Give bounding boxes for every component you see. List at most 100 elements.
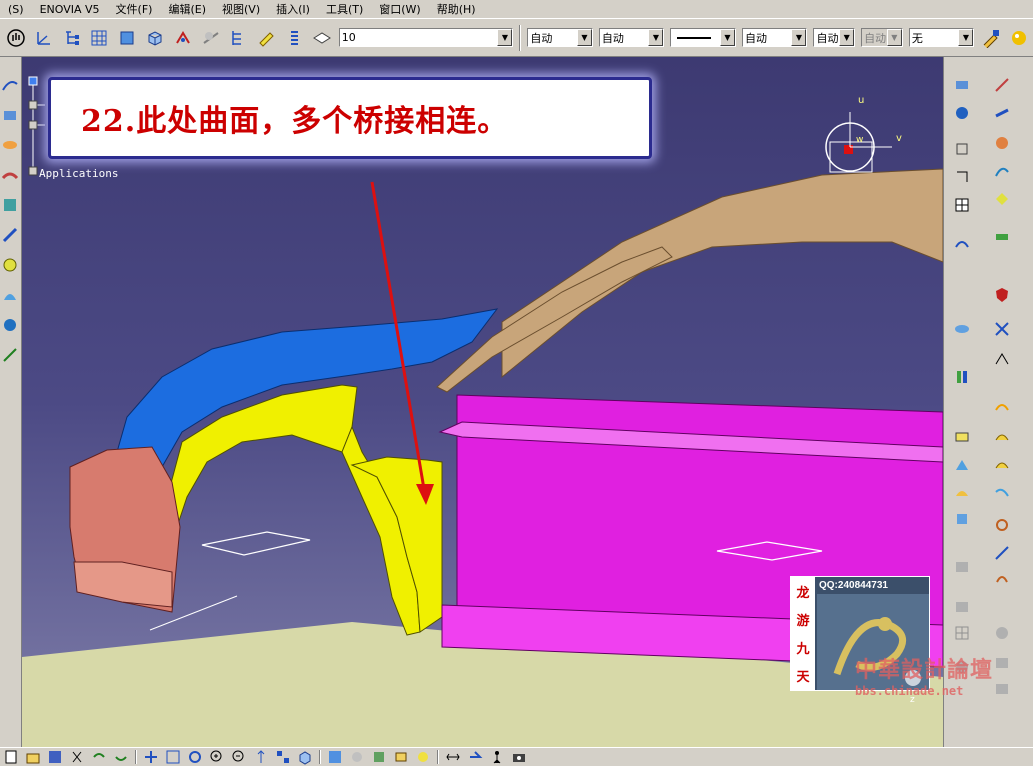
shield-icon[interactable] [992, 285, 1012, 305]
redo-icon[interactable] [112, 749, 130, 765]
layer-combo[interactable]: 10 ▼ [338, 28, 514, 47]
color-combo[interactable]: 自动 ▼ [527, 28, 593, 47]
line-tool-icon[interactable] [992, 75, 1012, 95]
hand-icon[interactable] [4, 26, 28, 50]
undo-icon[interactable] [90, 749, 108, 765]
swap-icon[interactable] [370, 749, 388, 765]
cut-icon[interactable] [68, 749, 86, 765]
helix-tool-icon[interactable] [992, 189, 1012, 209]
match-tool-icon[interactable] [992, 481, 1012, 501]
chevron-down-icon[interactable]: ▼ [497, 29, 513, 46]
spec-tree-icon[interactable] [227, 26, 251, 50]
menu-item-edit[interactable]: 编辑(E) [160, 1, 214, 17]
open-file-icon[interactable] [24, 749, 42, 765]
save-icon[interactable] [46, 749, 64, 765]
curvature-tool-icon[interactable] [992, 425, 1012, 445]
arrow-tool-icon[interactable] [992, 543, 1012, 563]
spiral-tool-icon[interactable] [992, 569, 1012, 589]
connect-tool-icon[interactable] [992, 453, 1012, 473]
revolve-tool-icon[interactable] [0, 135, 20, 155]
link-tool-icon[interactable] [992, 515, 1012, 535]
chevron-down-icon[interactable]: ▼ [648, 29, 664, 46]
3d-viewport[interactable]: u v w z Applications 22.此处曲面，多个桥接相连。 龙 游… [22, 57, 943, 747]
fly-icon[interactable] [466, 749, 484, 765]
offset-tool-icon[interactable] [0, 255, 20, 275]
transparency-combo[interactable]: 自动 ▼ [598, 28, 665, 47]
fit-all-icon[interactable] [164, 749, 182, 765]
camera-icon[interactable] [510, 749, 528, 765]
boolean-tool-icon[interactable] [992, 349, 1012, 369]
menu-item-file[interactable]: 文件(F) [108, 1, 161, 17]
menu-item-view[interactable]: 视图(V) [214, 1, 268, 17]
shading-icon[interactable] [326, 749, 344, 765]
hide-show-icon[interactable] [199, 26, 223, 50]
list-icon[interactable] [282, 26, 306, 50]
shape-tool-icon[interactable] [952, 455, 972, 475]
menu-item-window[interactable]: 窗口(W) [371, 1, 428, 17]
fill-tool-icon[interactable] [0, 195, 20, 215]
circle-tool-icon[interactable] [992, 133, 1012, 153]
menu-item-tools[interactable]: 工具(T) [318, 1, 371, 17]
iso-view-icon[interactable] [296, 749, 314, 765]
double-arrow-icon[interactable] [444, 749, 462, 765]
draft-tool-icon[interactable] [952, 427, 972, 447]
rotate-icon[interactable] [186, 749, 204, 765]
blend-tool-icon[interactable] [0, 225, 20, 245]
hide-icon[interactable] [348, 749, 366, 765]
painter-icon[interactable] [979, 26, 1003, 50]
axis-icon[interactable] [32, 26, 56, 50]
tree-icon[interactable] [60, 26, 84, 50]
intersect-tool-icon[interactable] [952, 139, 972, 159]
surface-tool-icon[interactable] [0, 75, 20, 95]
chevron-down-icon[interactable]: ▼ [719, 29, 735, 46]
render-style-icon[interactable] [115, 26, 139, 50]
curve-tool-icon[interactable] [992, 397, 1012, 417]
multi-view-icon[interactable] [274, 749, 292, 765]
layer-filter-combo[interactable]: 无 ▼ [908, 28, 975, 47]
join-tool-icon[interactable] [0, 315, 20, 335]
linetype-combo[interactable]: 自动 ▼ [813, 28, 856, 47]
cube-icon[interactable] [143, 26, 167, 50]
chevron-down-icon[interactable]: ▼ [576, 29, 592, 46]
grid-icon[interactable] [87, 26, 111, 50]
extrude-tool-icon[interactable] [0, 105, 20, 125]
pattern-tool-icon[interactable] [992, 319, 1012, 339]
pan-icon[interactable] [142, 749, 160, 765]
measure-tool-icon[interactable] [0, 345, 20, 365]
extremum-tool-icon[interactable] [952, 233, 972, 253]
polyline-tool-icon[interactable] [992, 227, 1012, 247]
layer-icon[interactable] [310, 26, 334, 50]
menu-item-help[interactable]: 帮助(H) [429, 1, 484, 17]
zoom-in-icon[interactable] [208, 749, 226, 765]
chevron-down-icon[interactable]: ▼ [791, 29, 807, 46]
menu-item-enovia[interactable]: ENOVIA V5 [32, 3, 108, 16]
table-tool-icon[interactable] [952, 195, 972, 215]
material-icon[interactable] [1007, 26, 1031, 50]
highlight-tool-icon[interactable] [952, 483, 972, 503]
plane-tool-icon[interactable] [952, 103, 972, 123]
walk-icon[interactable] [488, 749, 506, 765]
swap-visible-icon[interactable] [171, 26, 195, 50]
chevron-down-icon[interactable]: ▼ [958, 29, 974, 46]
loft-tool-icon[interactable] [0, 285, 20, 305]
layer-manager-icon[interactable] [392, 749, 410, 765]
snap-tool-icon[interactable] [952, 509, 972, 529]
tree-applications-label[interactable]: Applications [39, 167, 118, 180]
normal-view-icon[interactable] [252, 749, 270, 765]
sweep-tool-icon[interactable] [0, 165, 20, 185]
new-file-icon[interactable] [2, 749, 20, 765]
analysis-tool-icon[interactable] [952, 367, 972, 387]
project-tool-icon[interactable] [992, 103, 1012, 123]
linewidth-combo[interactable]: 自动 ▼ [741, 28, 808, 47]
corner-tool-icon[interactable] [952, 167, 972, 187]
linetype-preview-combo[interactable]: ▼ [670, 28, 736, 47]
light-icon[interactable] [414, 749, 432, 765]
chevron-down-icon[interactable]: ▼ [839, 29, 855, 46]
menu-item-insert[interactable]: 插入(I) [268, 1, 318, 17]
pad-tool-icon[interactable] [952, 319, 972, 339]
zoom-out-icon[interactable] [230, 749, 248, 765]
menu-item-s[interactable]: (S) [0, 3, 32, 16]
point-tool-icon[interactable] [952, 75, 972, 95]
sketch-icon[interactable] [254, 26, 278, 50]
spline-tool-icon[interactable] [992, 161, 1012, 181]
